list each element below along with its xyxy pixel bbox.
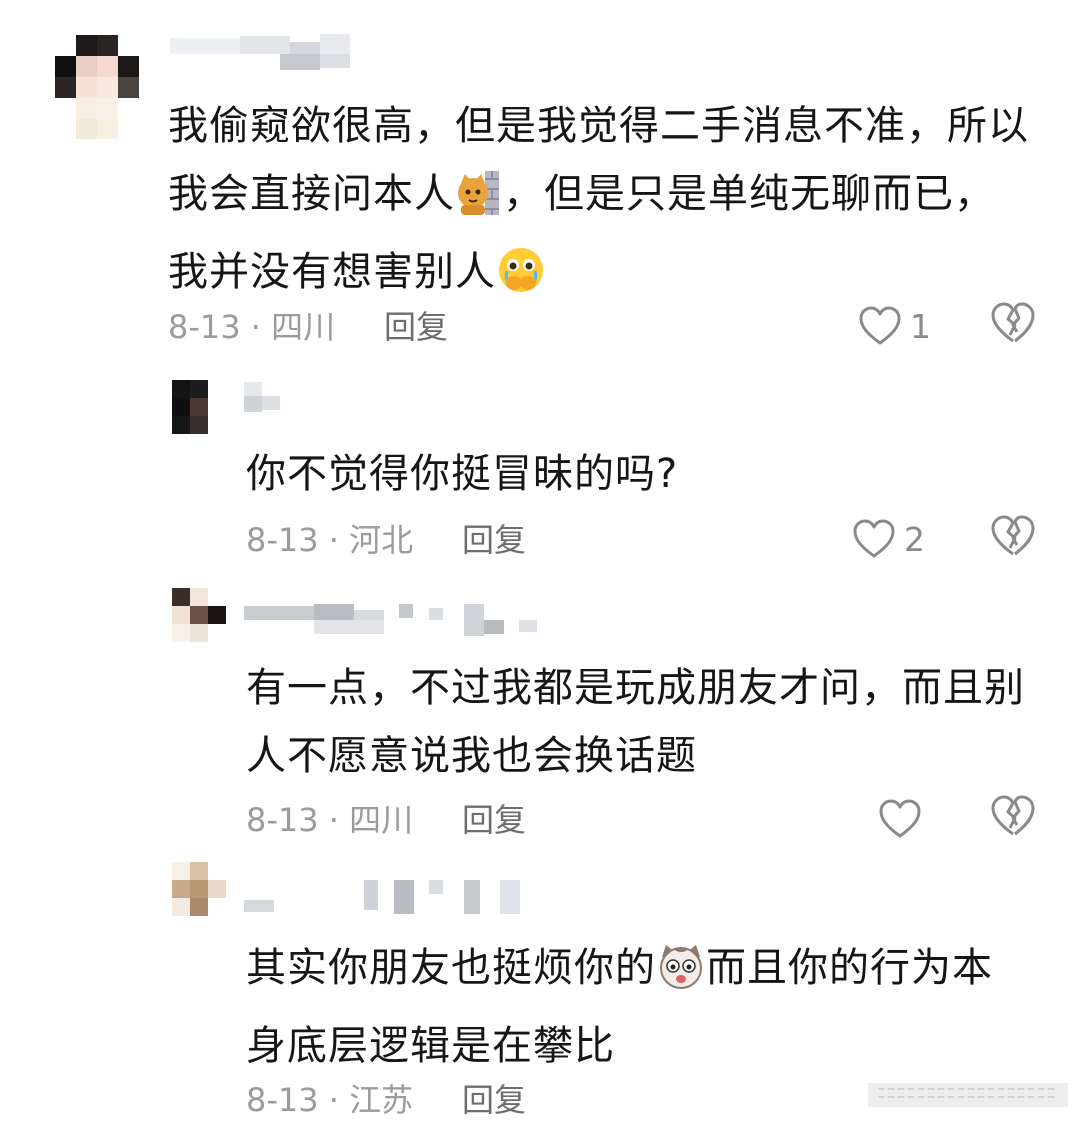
comment-date-location: 8-13 · 河北 (246, 521, 414, 559)
heart-outline-icon (858, 306, 902, 346)
reply-button[interactable]: 回复 (462, 798, 526, 842)
avatar[interactable] (55, 35, 139, 139)
comment-date-location: 8-13 · 四川 (168, 308, 336, 346)
username-blurred[interactable] (244, 600, 539, 640)
comment-text: 其实你朋友也挺烦你的 而且你的行为本 身底层逻辑是在攀比 (246, 934, 993, 1080)
reply-button[interactable]: 回复 (462, 518, 526, 562)
username-blurred[interactable] (244, 878, 539, 918)
avatar[interactable] (172, 380, 226, 434)
comment-text: 我偷窥欲很高，但是我觉得二手消息不准，所以 我会直接问本人 ，但是只是单纯无聊而已… (168, 92, 1029, 316)
username-blurred[interactable] (244, 380, 284, 420)
cat-behind-wall-emoji (455, 169, 503, 238)
comment-date-location: 8-13 · 四川 (246, 801, 414, 839)
comment-date-location: 8-13 · 江苏 (246, 1081, 414, 1119)
like-button[interactable]: 2 (852, 515, 925, 563)
avatar[interactable] (172, 588, 226, 642)
crying-hands-over-mouth-emoji (496, 245, 546, 316)
broken-heart-icon[interactable] (990, 302, 1038, 350)
like-button[interactable]: 1 (858, 302, 931, 350)
like-button[interactable] (878, 795, 930, 843)
watermark-overlay (868, 1077, 1068, 1107)
like-count: 2 (904, 519, 925, 559)
username-blurred[interactable] (170, 32, 350, 72)
shocked-cat-emoji (656, 941, 706, 1012)
like-count: 1 (910, 306, 931, 346)
heart-outline-icon (878, 799, 922, 839)
heart-outline-icon (852, 519, 896, 559)
reply-button[interactable]: 回复 (384, 305, 448, 349)
broken-heart-icon[interactable] (990, 515, 1038, 563)
broken-heart-icon[interactable] (990, 795, 1038, 843)
comment-text: 你不觉得你挺冒昧的吗? (246, 451, 679, 497)
avatar[interactable] (172, 862, 226, 916)
reply-button[interactable]: 回复 (462, 1078, 526, 1122)
comment-text: 有一点，不过我都是玩成朋友才问，而且别 人不愿意说我也会换话题 (246, 665, 1025, 779)
